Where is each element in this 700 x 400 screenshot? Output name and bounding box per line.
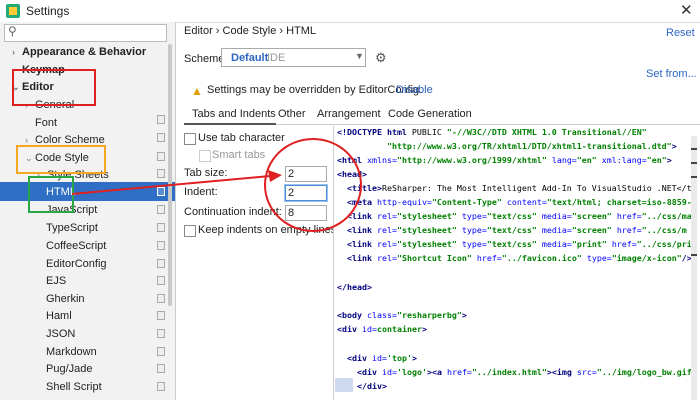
annotation-arrow [71,170,282,195]
